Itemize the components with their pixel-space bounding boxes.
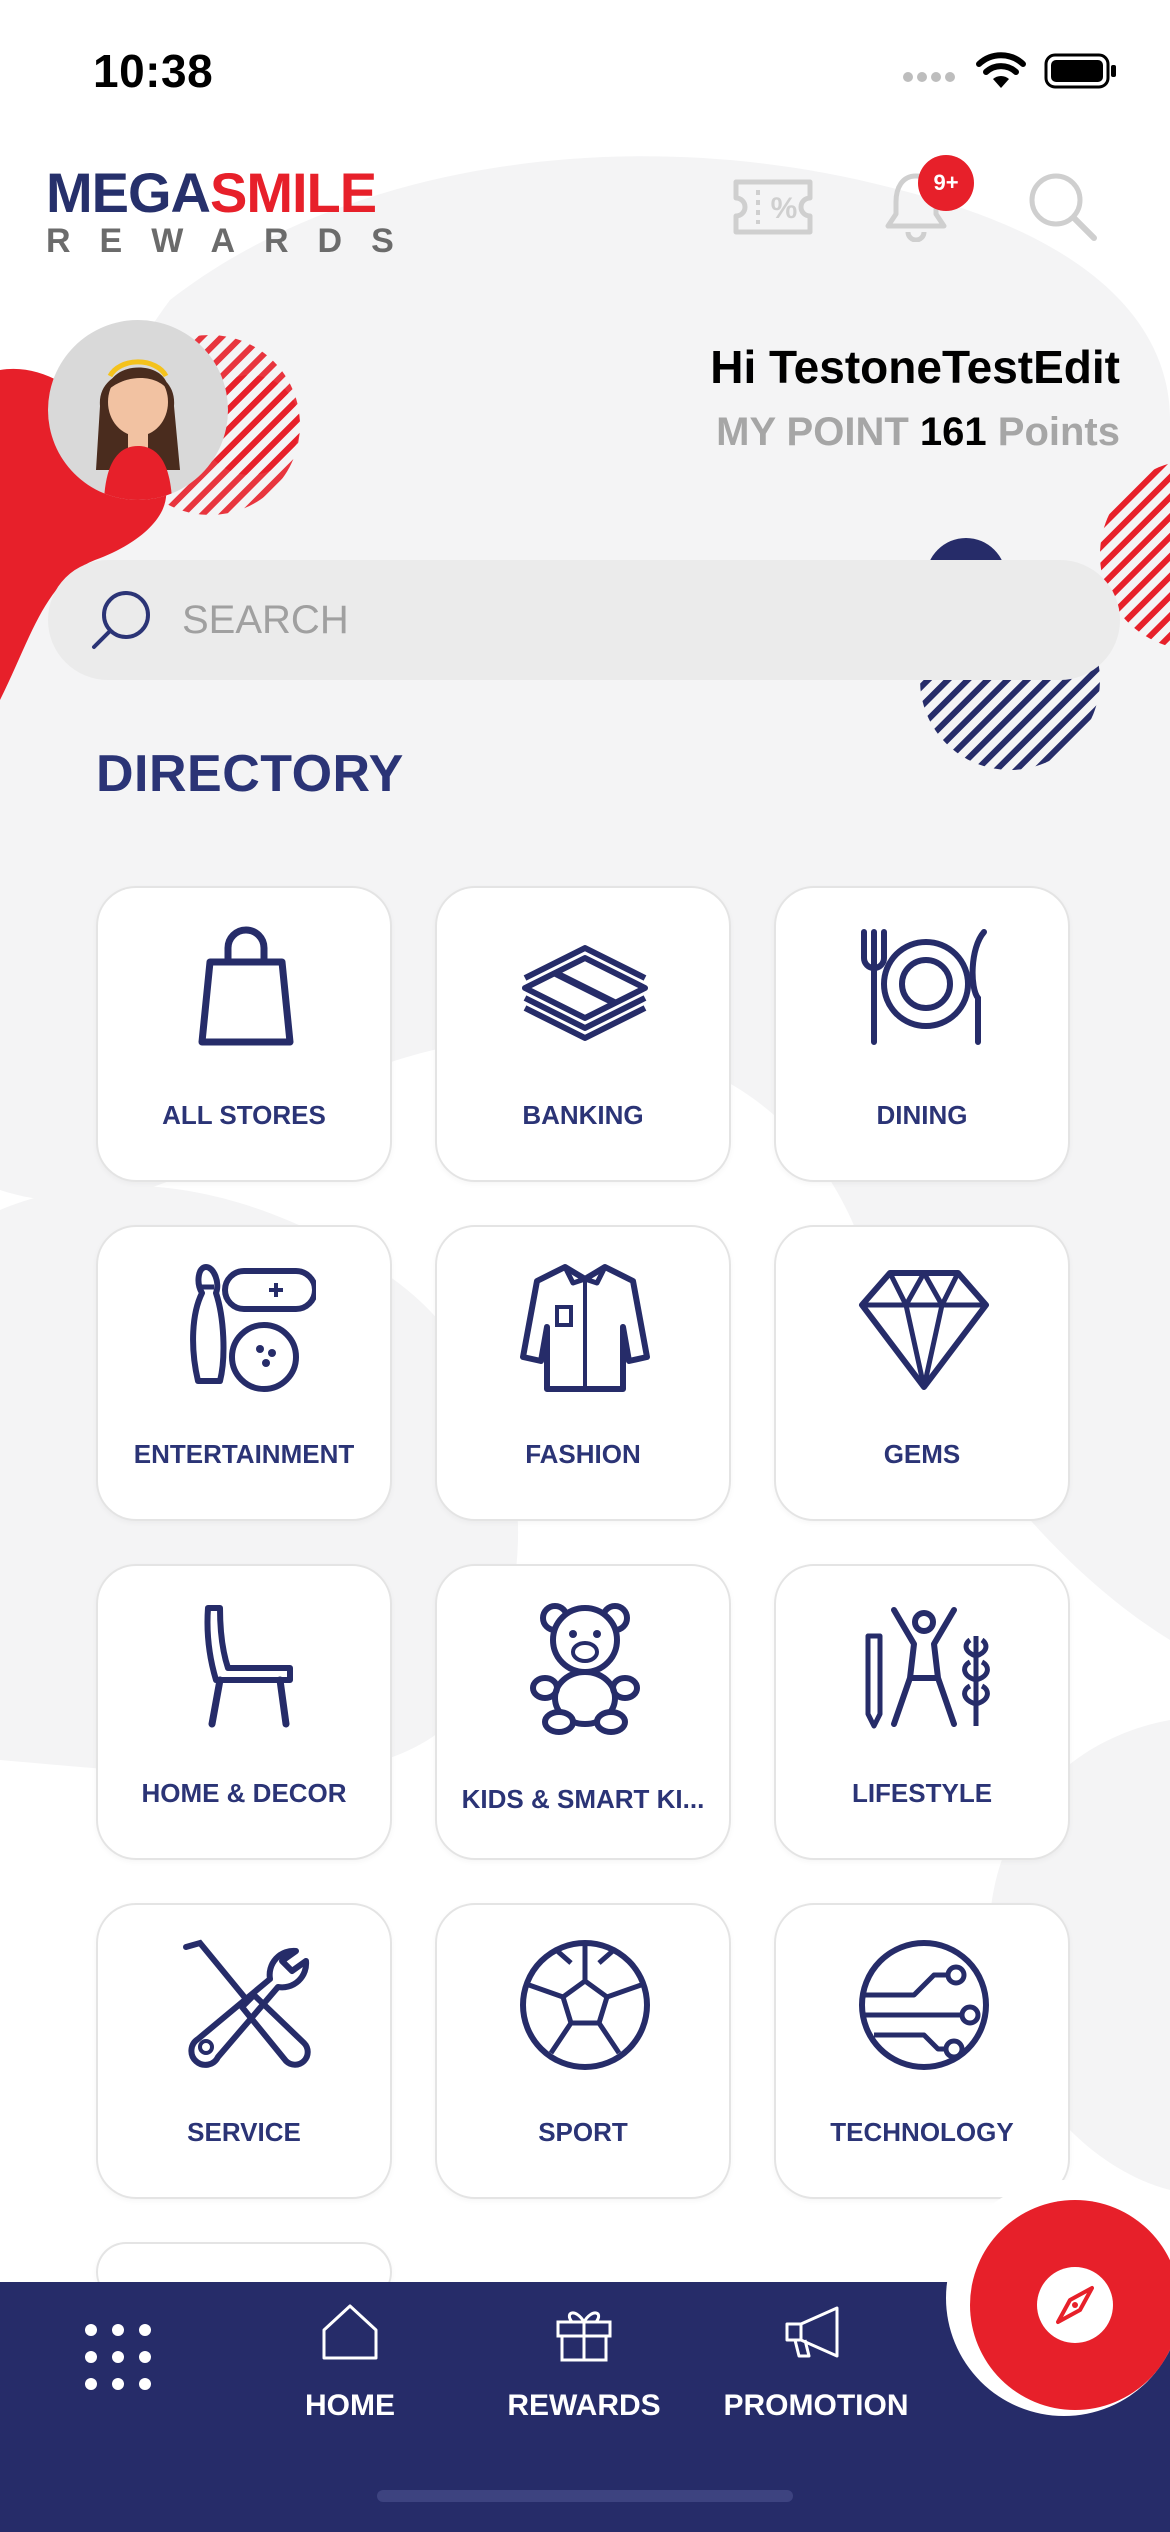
tools-icon (183, 1939, 311, 2068)
tile-label: TECHNOLOGY (830, 2117, 1014, 2147)
directory-title: DIRECTORY (96, 745, 404, 803)
home-icon (322, 2304, 378, 2360)
directory-tile-home-decor[interactable]: HOME & DECOR (96, 1564, 392, 1860)
points-label: MY POINT (716, 410, 909, 454)
status-icons (902, 52, 1118, 90)
compass-icon (1037, 2267, 1113, 2343)
logo-mega-text: MEGA (46, 161, 211, 224)
nav-promotion[interactable]: PROMOTION (716, 2300, 916, 2423)
shopping-bag-icon (198, 926, 294, 1046)
greeting-text: Hi TestoneTestEdit (710, 341, 1120, 393)
home-indicator (377, 2490, 793, 2502)
logo-wordmark: MEGASMILE (46, 160, 377, 225)
shirt-icon (520, 1264, 650, 1392)
directory-tile-kids[interactable]: KIDS & SMART KI... (435, 1564, 731, 1860)
money-stack-icon (522, 945, 648, 1041)
logo-smile-text: SMILE (210, 161, 377, 224)
directory-tile-lifestyle[interactable]: LIFESTYLE (774, 1564, 1070, 1860)
directory-tile-gems[interactable]: GEMS (774, 1225, 1070, 1521)
diamond-icon (859, 1270, 989, 1390)
grid-menu-icon (85, 2324, 151, 2390)
nav-promotion-label: PROMOTION (723, 2389, 909, 2422)
nav-home-label: HOME (305, 2389, 395, 2422)
battery-icon (1044, 53, 1116, 89)
mega-smile-rewards-logo[interactable]: MEGASMILE REWARDS (46, 160, 394, 260)
tile-label: SPORT (538, 2117, 628, 2147)
points-summary: MY POINT 161 Points (716, 410, 1120, 455)
wifi-icon (976, 52, 1026, 88)
cellular-signal-icon (903, 72, 955, 82)
nav-rewards-label: REWARDS (507, 2389, 661, 2422)
avatar-illustration (96, 359, 180, 500)
tile-label: FASHION (525, 1439, 641, 1469)
directory-tile-service[interactable]: SERVICE (96, 1903, 392, 2199)
search-bar[interactable] (48, 560, 1120, 680)
notification-badge: 9+ (918, 155, 974, 211)
bowling-gamepad-icon (190, 1264, 316, 1392)
logo-rewards-text: REWARDS (46, 222, 423, 260)
nav-menu-button[interactable] (18, 2320, 218, 2399)
tile-label: ALL STORES (162, 1100, 326, 1130)
directory-tile-technology[interactable]: TECHNOLOGY (774, 1903, 1070, 2199)
points-unit: Points (997, 410, 1120, 454)
nav-home[interactable]: HOME (250, 2300, 450, 2423)
svg-text:%: % (771, 192, 798, 225)
tile-label: HOME & DECOR (141, 1778, 347, 1808)
tile-label: LIFESTYLE (851, 1778, 993, 1808)
tile-label: SERVICE (187, 2117, 301, 2147)
tile-label: GEMS (883, 1439, 961, 1469)
directory-tile-banking[interactable]: BANKING (435, 886, 731, 1182)
tile-label: BANKING (522, 1100, 644, 1130)
soccer-ball-icon (520, 1940, 650, 2070)
search-icon (92, 591, 150, 649)
teddy-bear-icon (530, 1603, 640, 1735)
directory-tile-sport[interactable]: SPORT (435, 1903, 731, 2199)
status-bar: 10:38 (0, 0, 1170, 150)
megaphone-icon (785, 2306, 839, 2358)
search-icon[interactable] (1026, 170, 1098, 242)
lifestyle-person-icon (865, 1607, 990, 1729)
tile-label: ENTERTAINMENT (133, 1439, 355, 1469)
nav-rewards[interactable]: REWARDS (484, 2300, 684, 2423)
chair-icon (204, 1605, 293, 1728)
tile-label: KIDS & SMART KI... (461, 1784, 705, 1814)
avatar[interactable] (48, 320, 228, 500)
directory-tile-entertainment[interactable]: ENTERTAINMENT (96, 1225, 392, 1521)
search-input[interactable] (182, 597, 1062, 643)
dining-plate-icon (861, 929, 987, 1045)
gift-icon (556, 2311, 612, 2362)
explore-fab-button[interactable] (970, 2200, 1170, 2410)
directory-tile-dining[interactable]: DINING (774, 886, 1070, 1182)
status-time: 10:38 (93, 45, 214, 97)
coupon-icon[interactable]: % (730, 178, 816, 236)
directory-tile-all-stores[interactable]: ALL STORES (96, 886, 392, 1182)
circuit-globe-icon (859, 1940, 989, 2070)
points-value: 161 (919, 410, 987, 454)
tile-label: DINING (876, 1100, 968, 1130)
directory-tile-fashion[interactable]: FASHION (435, 1225, 731, 1521)
